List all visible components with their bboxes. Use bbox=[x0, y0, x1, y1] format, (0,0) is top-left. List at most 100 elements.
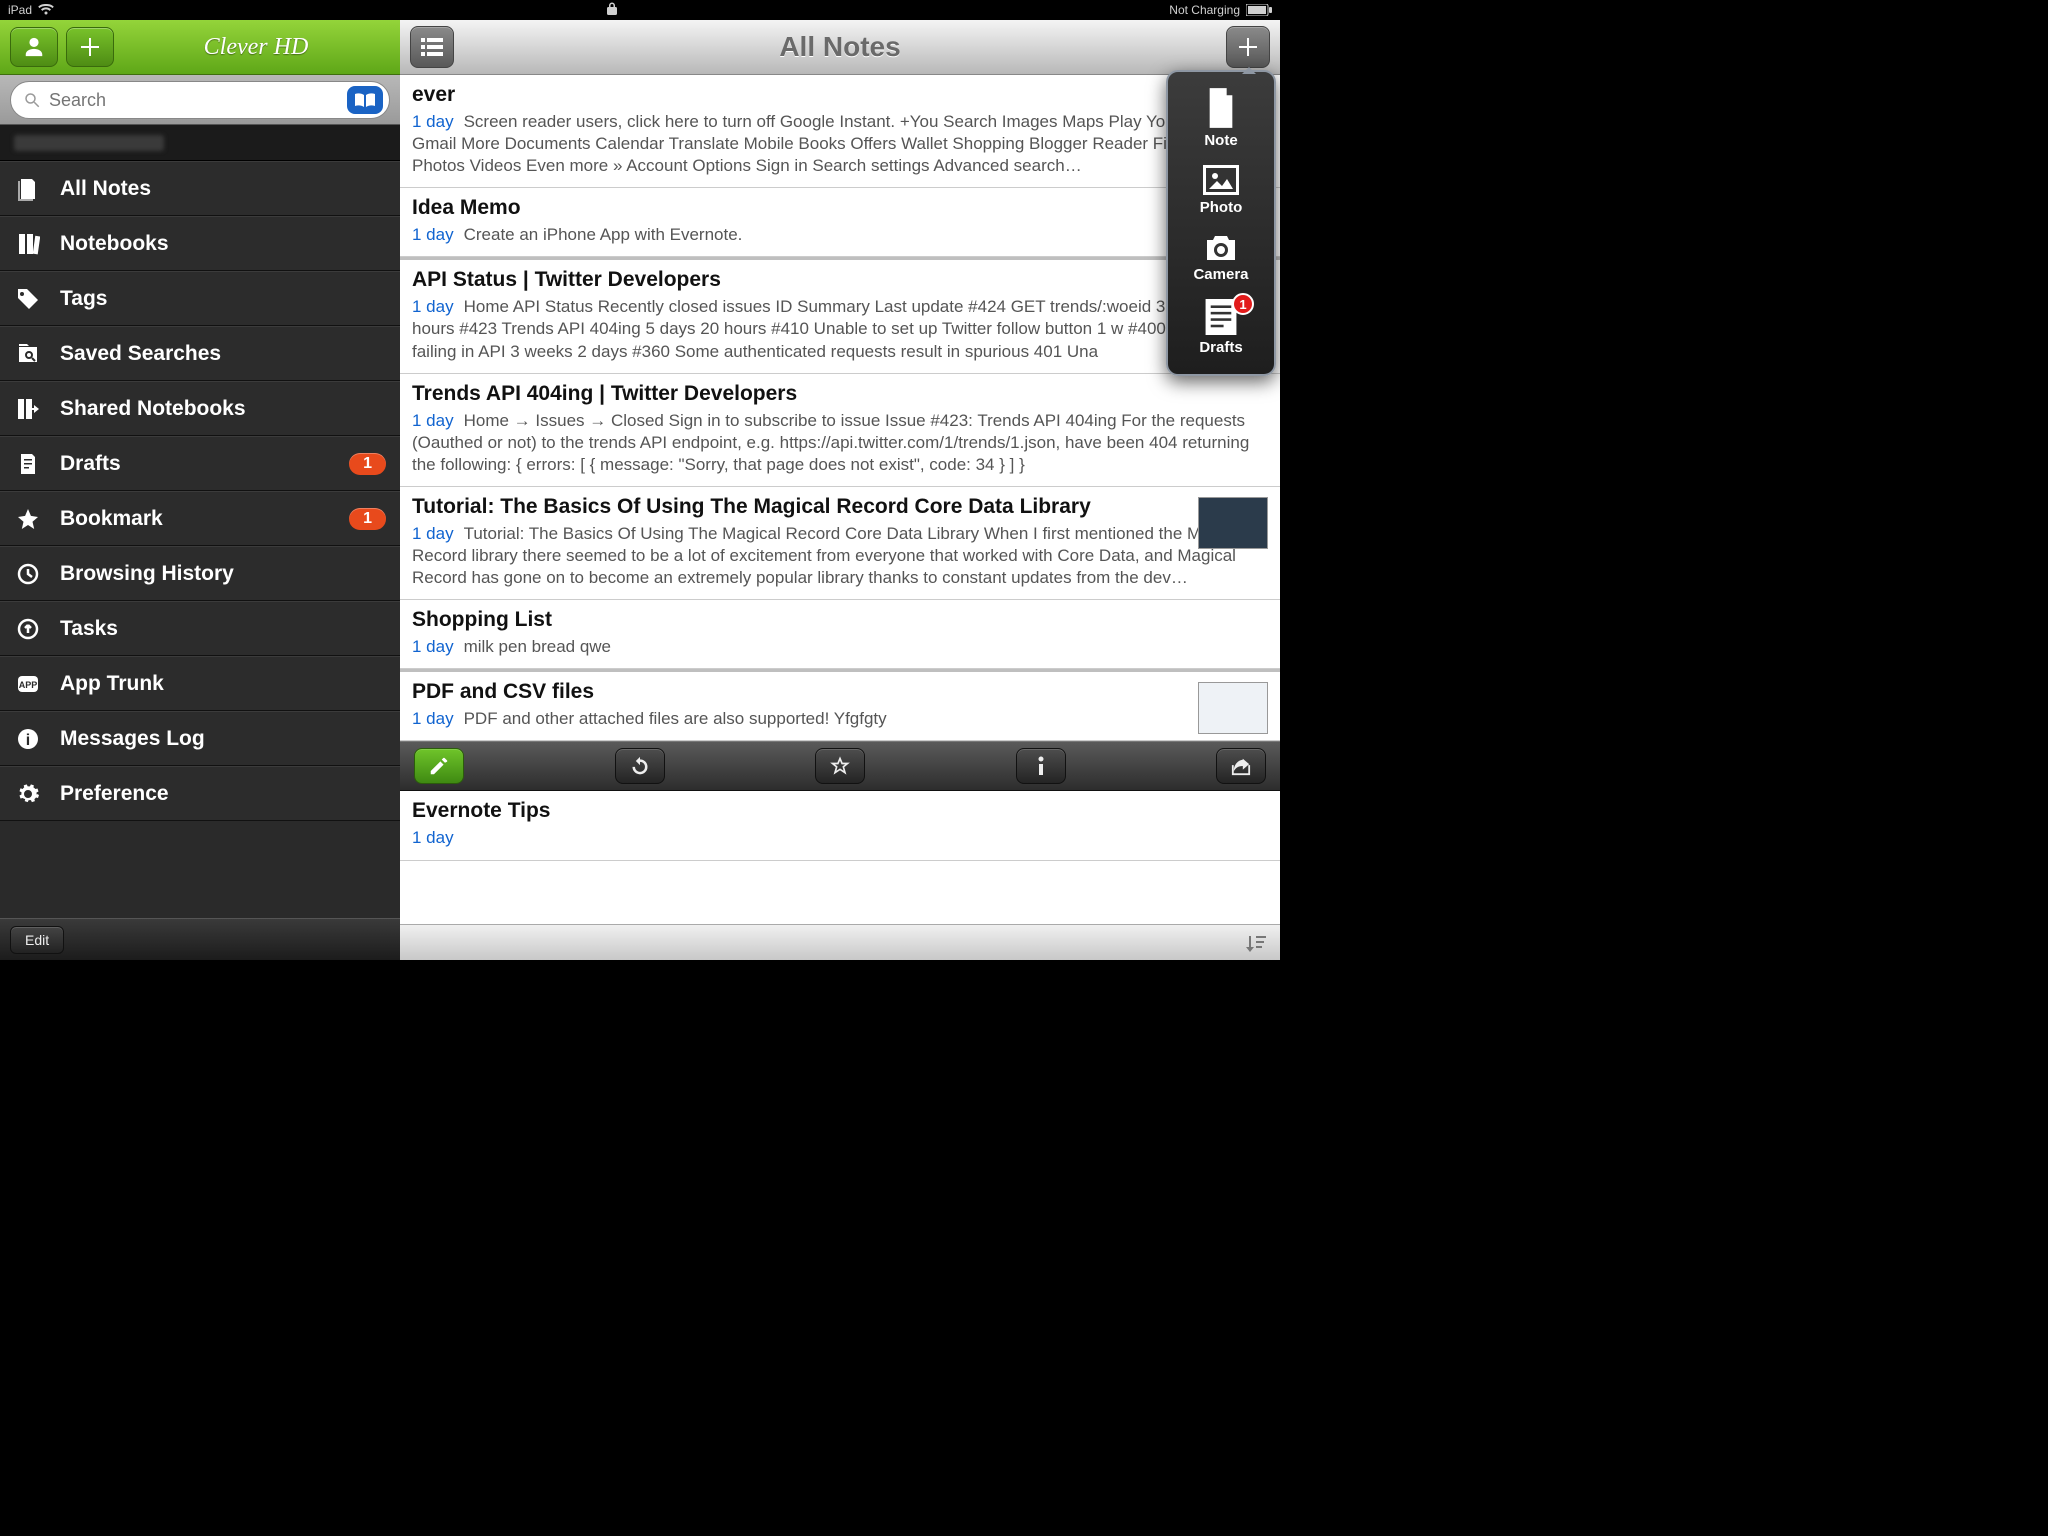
sidebar-item-notebooks[interactable]: Notebooks bbox=[0, 216, 400, 271]
drafts-icon bbox=[14, 452, 42, 476]
note-age: 1 day bbox=[412, 828, 454, 847]
popover-label: Drafts bbox=[1199, 339, 1242, 356]
sidebar-item-tasks[interactable]: Tasks bbox=[0, 601, 400, 656]
sidebar-item-tags[interactable]: Tags bbox=[0, 271, 400, 326]
refresh-button[interactable] bbox=[615, 748, 665, 784]
search-icon bbox=[23, 91, 41, 109]
sidebar-item-badge: 1 bbox=[349, 453, 386, 475]
sidebar-item-app-trunk[interactable]: APPApp Trunk bbox=[0, 656, 400, 711]
app-icon: APP bbox=[14, 672, 42, 696]
search-bar bbox=[0, 75, 400, 125]
sidebar-item-saved-searches[interactable]: Saved Searches bbox=[0, 326, 400, 381]
app-title: Clever HD bbox=[122, 34, 390, 61]
star-icon bbox=[14, 507, 42, 531]
note-thumbnail bbox=[1198, 497, 1268, 549]
search-field[interactable] bbox=[10, 81, 390, 119]
saved-icon bbox=[14, 342, 42, 366]
note-snippet: 1 dayPDF and other attached files are al… bbox=[412, 708, 1268, 730]
main-header: All Notes bbox=[400, 20, 1280, 75]
sidebar-item-browsing-history[interactable]: Browsing History bbox=[0, 546, 400, 601]
sidebar-item-drafts[interactable]: Drafts 1 bbox=[0, 436, 400, 491]
popover-note[interactable]: Note bbox=[1174, 80, 1268, 157]
add-button[interactable] bbox=[66, 27, 114, 67]
note-title: ever bbox=[412, 83, 1268, 107]
popover-label: Camera bbox=[1193, 266, 1248, 283]
sidebar-item-preference[interactable]: Preference bbox=[0, 766, 400, 821]
sidebar-item-label: Browsing History bbox=[60, 562, 386, 586]
main-title: All Notes bbox=[454, 31, 1226, 63]
sort-icon[interactable] bbox=[1246, 934, 1266, 952]
sidebar-item-label: Messages Log bbox=[60, 727, 386, 751]
sidebar-header: Clever HD bbox=[0, 20, 400, 75]
list-view-button[interactable] bbox=[410, 26, 454, 68]
note-age: 1 day bbox=[412, 225, 454, 244]
popover-camera[interactable]: Camera bbox=[1174, 224, 1268, 291]
status-bar: iPad Not Charging bbox=[0, 0, 1280, 20]
shared-icon bbox=[14, 397, 42, 421]
tasks-icon bbox=[14, 617, 42, 641]
info-button[interactable] bbox=[1016, 748, 1066, 784]
sidebar-item-all-notes[interactable]: All Notes bbox=[0, 161, 400, 216]
note-row[interactable]: Evernote Tips 1 day bbox=[400, 791, 1280, 860]
note-row[interactable]: Idea Memo1 dayCreate an iPhone App with … bbox=[400, 188, 1280, 257]
note-age: 1 day bbox=[412, 524, 454, 543]
notes-list[interactable]: ever 1 dayScreen reader users, click here… bbox=[400, 75, 1280, 924]
note-title: Evernote Tips bbox=[412, 799, 1268, 823]
main-footer bbox=[400, 924, 1280, 960]
sidebar-item-shared-notebooks[interactable]: Shared Notebooks bbox=[0, 381, 400, 436]
account-button[interactable] bbox=[10, 27, 58, 67]
info-icon: i bbox=[14, 727, 42, 751]
note-age: 1 day bbox=[412, 112, 454, 131]
note-snippet: 1 daymilk pen bread qwe bbox=[412, 636, 1268, 658]
note-snippet: 1 dayHome API Status Recently closed iss… bbox=[412, 296, 1268, 362]
doc-icon bbox=[1204, 88, 1238, 128]
note-row[interactable]: ever 1 dayScreen reader users, click here… bbox=[400, 75, 1280, 188]
note-action-bar bbox=[400, 741, 1280, 791]
note-row[interactable]: Tutorial: The Basics Of Using The Magica… bbox=[400, 487, 1280, 600]
note-title: Shopping List bbox=[412, 608, 1268, 632]
note-row[interactable]: Shopping List 1 daymilk pen bread qwe bbox=[400, 600, 1280, 669]
notes-icon bbox=[14, 177, 42, 201]
note-snippet: 1 dayCreate an iPhone App with Evernote. bbox=[412, 224, 1268, 246]
note-snippet: 1 dayTutorial: The Basics Of Using The M… bbox=[412, 523, 1268, 589]
main-panel: All Notes ever 1 dayScreen reader users, … bbox=[400, 20, 1280, 960]
new-note-popover: Note Photo Camera Drafts 1 bbox=[1166, 70, 1276, 376]
note-row[interactable]: API Status | Twitter Developers 1 dayHome… bbox=[400, 257, 1280, 373]
popover-drafts[interactable]: Drafts 1 bbox=[1174, 291, 1268, 364]
note-title: Tutorial: The Basics Of Using The Magica… bbox=[412, 495, 1268, 519]
photo-icon bbox=[1203, 165, 1239, 195]
note-row[interactable]: PDF and CSV files1 dayPDF and other atta… bbox=[400, 669, 1280, 741]
popover-label: Photo bbox=[1200, 199, 1243, 216]
sidebar-item-label: Notebooks bbox=[60, 232, 386, 256]
sidebar-item-label: Tags bbox=[60, 287, 386, 311]
note-age: 1 day bbox=[412, 297, 454, 316]
sidebar: Clever HD All Notes Notebooks Tags Saved Se… bbox=[0, 20, 400, 960]
note-age: 1 day bbox=[412, 637, 454, 656]
device-label: iPad bbox=[8, 3, 32, 17]
note-thumbnail bbox=[1198, 682, 1268, 734]
search-input[interactable] bbox=[49, 90, 339, 111]
note-age: 1 day bbox=[412, 709, 454, 728]
gear-icon bbox=[14, 782, 42, 806]
note-row[interactable]: Trends API 404ing | Twitter Developers1 … bbox=[400, 374, 1280, 487]
note-title: Trends API 404ing | Twitter Developers bbox=[412, 382, 1268, 406]
svg-text:i: i bbox=[26, 732, 30, 749]
dictionary-button[interactable] bbox=[347, 86, 383, 114]
sidebar-item-label: Bookmark bbox=[60, 507, 331, 531]
account-row[interactable] bbox=[0, 125, 400, 161]
sidebar-item-label: Drafts bbox=[60, 452, 331, 476]
popover-photo[interactable]: Photo bbox=[1174, 157, 1268, 224]
note-snippet: 1 dayScreen reader users, click here to … bbox=[412, 111, 1268, 177]
lock-icon bbox=[607, 2, 617, 15]
edit-note-button[interactable] bbox=[414, 748, 464, 784]
sidebar-footer: Edit bbox=[0, 918, 400, 960]
sidebar-item-bookmark[interactable]: Bookmark1 bbox=[0, 491, 400, 546]
popover-badge: 1 bbox=[1232, 293, 1254, 315]
share-button[interactable] bbox=[1216, 748, 1266, 784]
note-title: API Status | Twitter Developers bbox=[412, 268, 1268, 292]
sidebar-item-messages-log[interactable]: i Messages Log bbox=[0, 711, 400, 766]
sidebar-item-label: Shared Notebooks bbox=[60, 397, 386, 421]
favorite-button[interactable] bbox=[815, 748, 865, 784]
edit-button[interactable]: Edit bbox=[10, 926, 64, 954]
camera-icon bbox=[1203, 232, 1239, 262]
